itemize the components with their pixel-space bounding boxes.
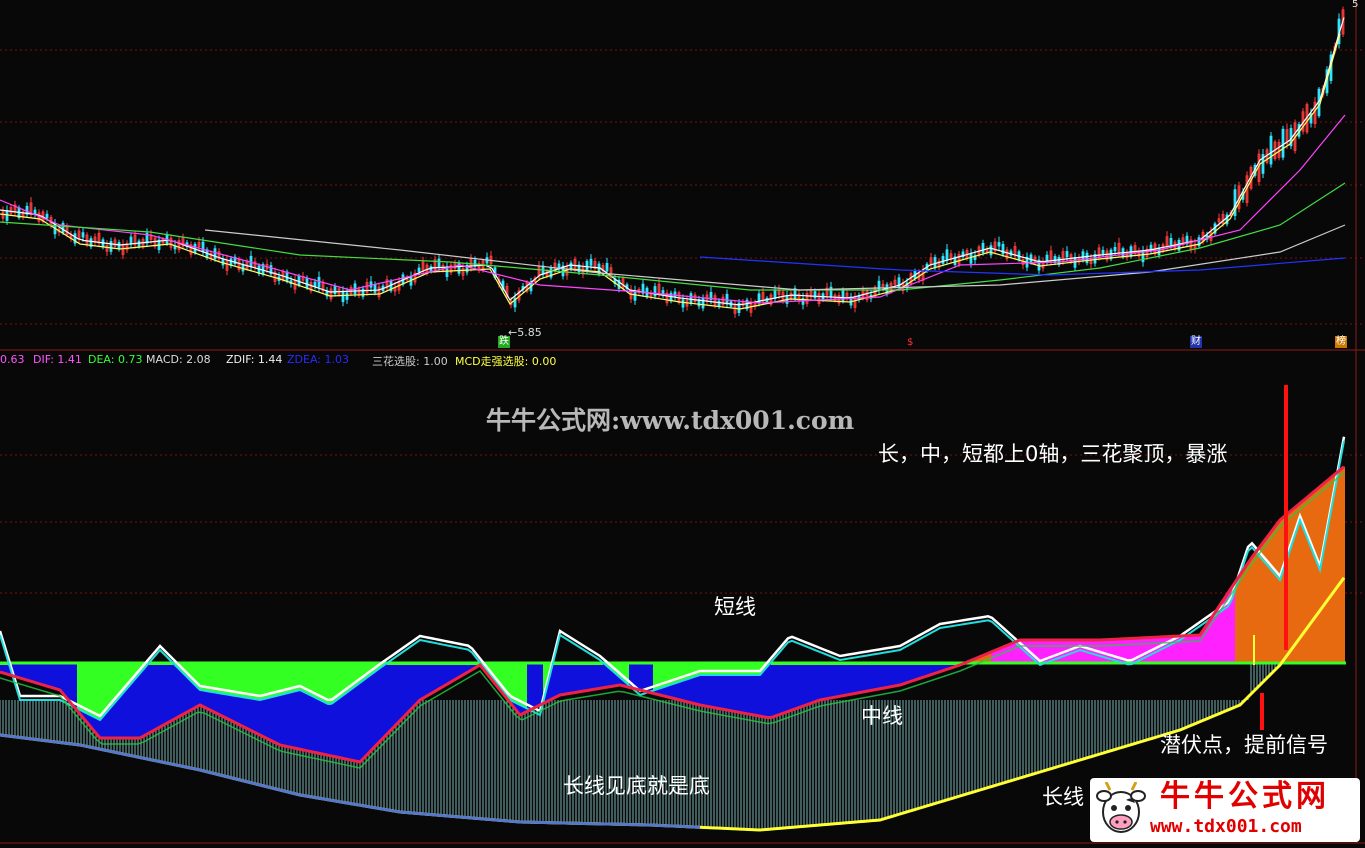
annotation-ambush: 潜伏点，提前信号 xyxy=(1160,733,1328,757)
candle-body xyxy=(1281,128,1285,158)
low-price-label: ←5.85 xyxy=(508,326,542,339)
watermark-text: 牛牛公式网:www.tdx001.com xyxy=(486,406,855,435)
logo-url: www.tdx001.com xyxy=(1150,816,1302,837)
candle-body xyxy=(1101,249,1105,254)
candle-body xyxy=(129,236,133,245)
candle-body xyxy=(117,242,121,250)
candle-body xyxy=(773,289,777,299)
badge-dollar[interactable]: $ xyxy=(906,337,914,349)
badge-finance[interactable]: 财 xyxy=(1190,336,1202,348)
candle-body xyxy=(417,267,421,273)
candle-body xyxy=(633,290,637,301)
macd-label: MACD: 2.08 xyxy=(146,353,211,366)
annotation-short-line: 短线 xyxy=(714,595,756,619)
candle-body xyxy=(285,271,289,282)
annotation-long-line: 长线 xyxy=(1042,785,1084,809)
zdif-label: ZDIF: 1.44 xyxy=(226,353,283,366)
candle-body xyxy=(981,242,985,253)
candle-body xyxy=(1029,254,1033,263)
dea-label: DEA: 0.73 xyxy=(88,353,143,366)
candle-body xyxy=(941,255,945,264)
candle-body xyxy=(221,258,225,266)
candle-body xyxy=(933,257,937,268)
candle-body xyxy=(1113,246,1117,252)
badge-ranking[interactable]: 榜 xyxy=(1335,336,1347,348)
candle-body xyxy=(681,299,685,308)
candle-body xyxy=(1169,237,1173,245)
candle-body xyxy=(569,262,573,270)
candle-body xyxy=(373,284,377,293)
candle-body xyxy=(589,258,593,266)
badge-drop[interactable]: 跌 xyxy=(498,336,510,348)
candle-body xyxy=(945,249,949,261)
candle-body xyxy=(81,232,85,238)
logo-name: 牛牛公式网 xyxy=(1160,779,1330,814)
candle-body xyxy=(317,276,321,288)
ma-line xyxy=(0,182,1346,291)
candle-body xyxy=(1141,251,1145,263)
candle-body xyxy=(1269,135,1273,165)
three-flower-label: 三花选股: 1.00 xyxy=(372,355,448,368)
candle-body xyxy=(673,291,677,298)
candle-body xyxy=(201,241,205,253)
candle-body xyxy=(1065,251,1069,258)
short-line-area xyxy=(0,661,1346,720)
candle-body xyxy=(109,241,113,252)
candle-body xyxy=(989,245,993,256)
candle-body xyxy=(1157,247,1161,256)
candle-body xyxy=(969,253,973,264)
top-right-value: 5 xyxy=(1352,0,1359,10)
candle-body xyxy=(249,255,253,267)
candle-body xyxy=(877,280,881,291)
candle-body xyxy=(813,291,817,299)
candle-body xyxy=(341,291,345,303)
candle-body xyxy=(313,281,317,287)
candle-body xyxy=(437,258,441,268)
indicator-first-value: 0.63 xyxy=(0,353,25,366)
mcd-label: MCD走强选股: 0.00 xyxy=(455,355,557,368)
candle-body xyxy=(1085,252,1089,264)
annotation-long-bottom: 长线见底就是底 xyxy=(563,774,710,798)
candle-body xyxy=(701,297,705,309)
candle-body xyxy=(605,262,609,272)
ma-line xyxy=(0,114,1346,304)
grid-lines xyxy=(0,49,1365,594)
candle-body xyxy=(997,242,1001,247)
dif-label: DIF: 1.41 xyxy=(33,353,82,366)
ma-line xyxy=(0,33,1341,310)
annotation-top-right: 长，中，短都上0轴，三花聚顶，暴涨 xyxy=(878,442,1228,466)
cow-mascot-icon xyxy=(1096,782,1146,833)
candle-body xyxy=(725,293,729,305)
candle-body xyxy=(333,286,337,295)
annotation-mid-line: 中线 xyxy=(861,704,903,728)
candlestick-series[interactable] xyxy=(1,6,1345,318)
candle-body xyxy=(345,292,349,300)
zdea-label: ZDEA: 1.03 xyxy=(287,353,349,366)
candle-body xyxy=(213,248,217,259)
candle-body xyxy=(305,277,309,288)
candle-body xyxy=(297,275,301,286)
candle-body xyxy=(45,213,49,219)
